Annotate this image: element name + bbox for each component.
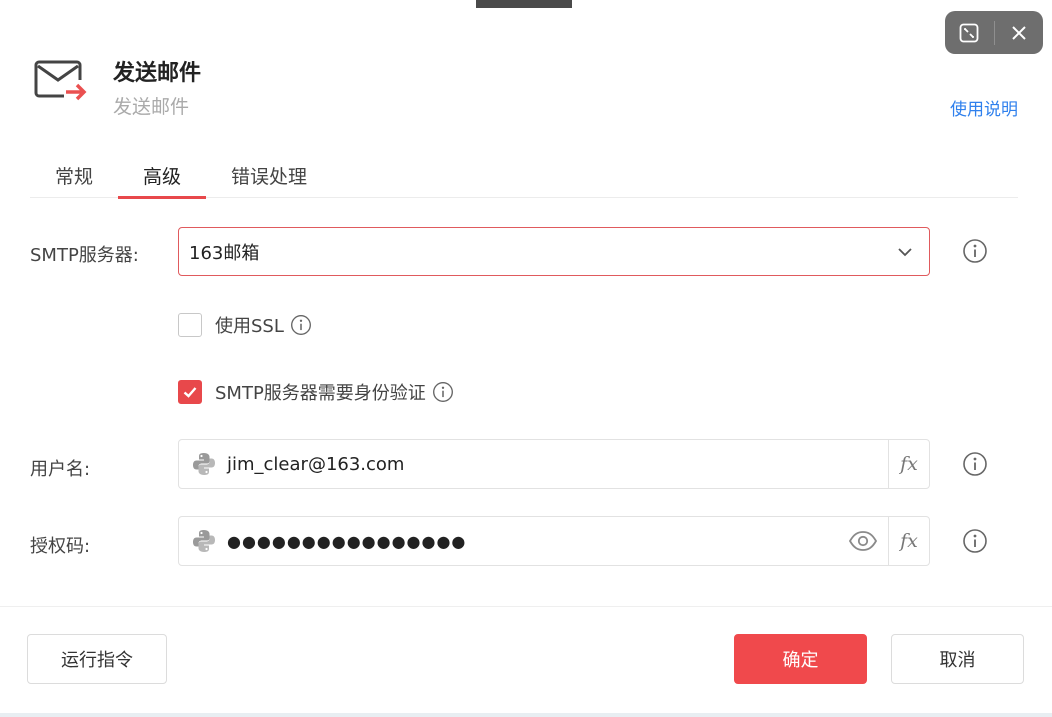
- close-icon: [1012, 25, 1026, 40]
- smtp-auth-checkbox[interactable]: [178, 380, 202, 404]
- smtp-server-select[interactable]: 163邮箱: [178, 227, 930, 276]
- tab-bar: 常规 高级 错误处理: [30, 152, 1018, 199]
- smtp-auth-row: SMTP服务器需要身份验证: [178, 379, 454, 405]
- eye-icon[interactable]: [848, 530, 878, 552]
- footer-divider: [0, 606, 1052, 607]
- expand-button[interactable]: [945, 11, 994, 54]
- smtp-auth-info-icon[interactable]: [432, 381, 454, 403]
- username-value: jim_clear@163.com: [227, 453, 405, 475]
- username-fx-button[interactable]: fx: [888, 440, 929, 488]
- help-link[interactable]: 使用说明: [950, 95, 1018, 120]
- tab-general[interactable]: 常规: [30, 152, 118, 198]
- smtp-server-info-icon[interactable]: [962, 238, 988, 264]
- python-icon: [193, 530, 215, 552]
- window-controls: [945, 11, 1043, 54]
- close-button[interactable]: [994, 11, 1043, 54]
- run-command-button[interactable]: 运行指令: [27, 634, 167, 684]
- bottom-edge: [0, 713, 1052, 717]
- username-info-icon[interactable]: [962, 451, 988, 477]
- cancel-button[interactable]: 取消: [891, 634, 1024, 684]
- username-input[interactable]: jim_clear@163.com fx: [178, 439, 930, 489]
- dialog-header: 发送邮件 发送邮件 使用说明: [34, 52, 1018, 122]
- dialog-subtitle: 发送邮件: [113, 96, 190, 118]
- auth-code-label: 授权码:: [30, 536, 91, 557]
- use-ssl-info-icon[interactable]: [290, 314, 312, 336]
- send-mail-icon: [34, 60, 87, 101]
- drag-handle[interactable]: [476, 0, 572, 8]
- checkmark-icon: [183, 387, 197, 398]
- chevron-down-icon: [898, 248, 912, 257]
- auth-code-fx-button[interactable]: fx: [888, 517, 929, 565]
- smtp-server-value: 163邮箱: [189, 242, 260, 264]
- expand-icon: [959, 23, 979, 42]
- smtp-server-label: SMTP服务器:: [30, 245, 139, 266]
- tab-error-handling[interactable]: 错误处理: [206, 152, 332, 198]
- use-ssl-label: 使用SSL: [215, 316, 284, 337]
- dialog-title: 发送邮件: [113, 61, 202, 86]
- tab-advanced[interactable]: 高级: [118, 152, 207, 199]
- confirm-button[interactable]: 确定: [734, 634, 867, 684]
- use-ssl-row: 使用SSL: [178, 312, 312, 338]
- smtp-auth-label: SMTP服务器需要身份验证: [215, 383, 426, 404]
- auth-code-info-icon[interactable]: [962, 528, 988, 554]
- auth-code-input[interactable]: ●●●●●●●●●●●●●●●● fx: [178, 516, 930, 566]
- auth-code-value: ●●●●●●●●●●●●●●●●: [227, 531, 467, 551]
- python-icon: [193, 453, 215, 475]
- use-ssl-checkbox[interactable]: [178, 313, 202, 337]
- username-label: 用户名:: [30, 459, 91, 480]
